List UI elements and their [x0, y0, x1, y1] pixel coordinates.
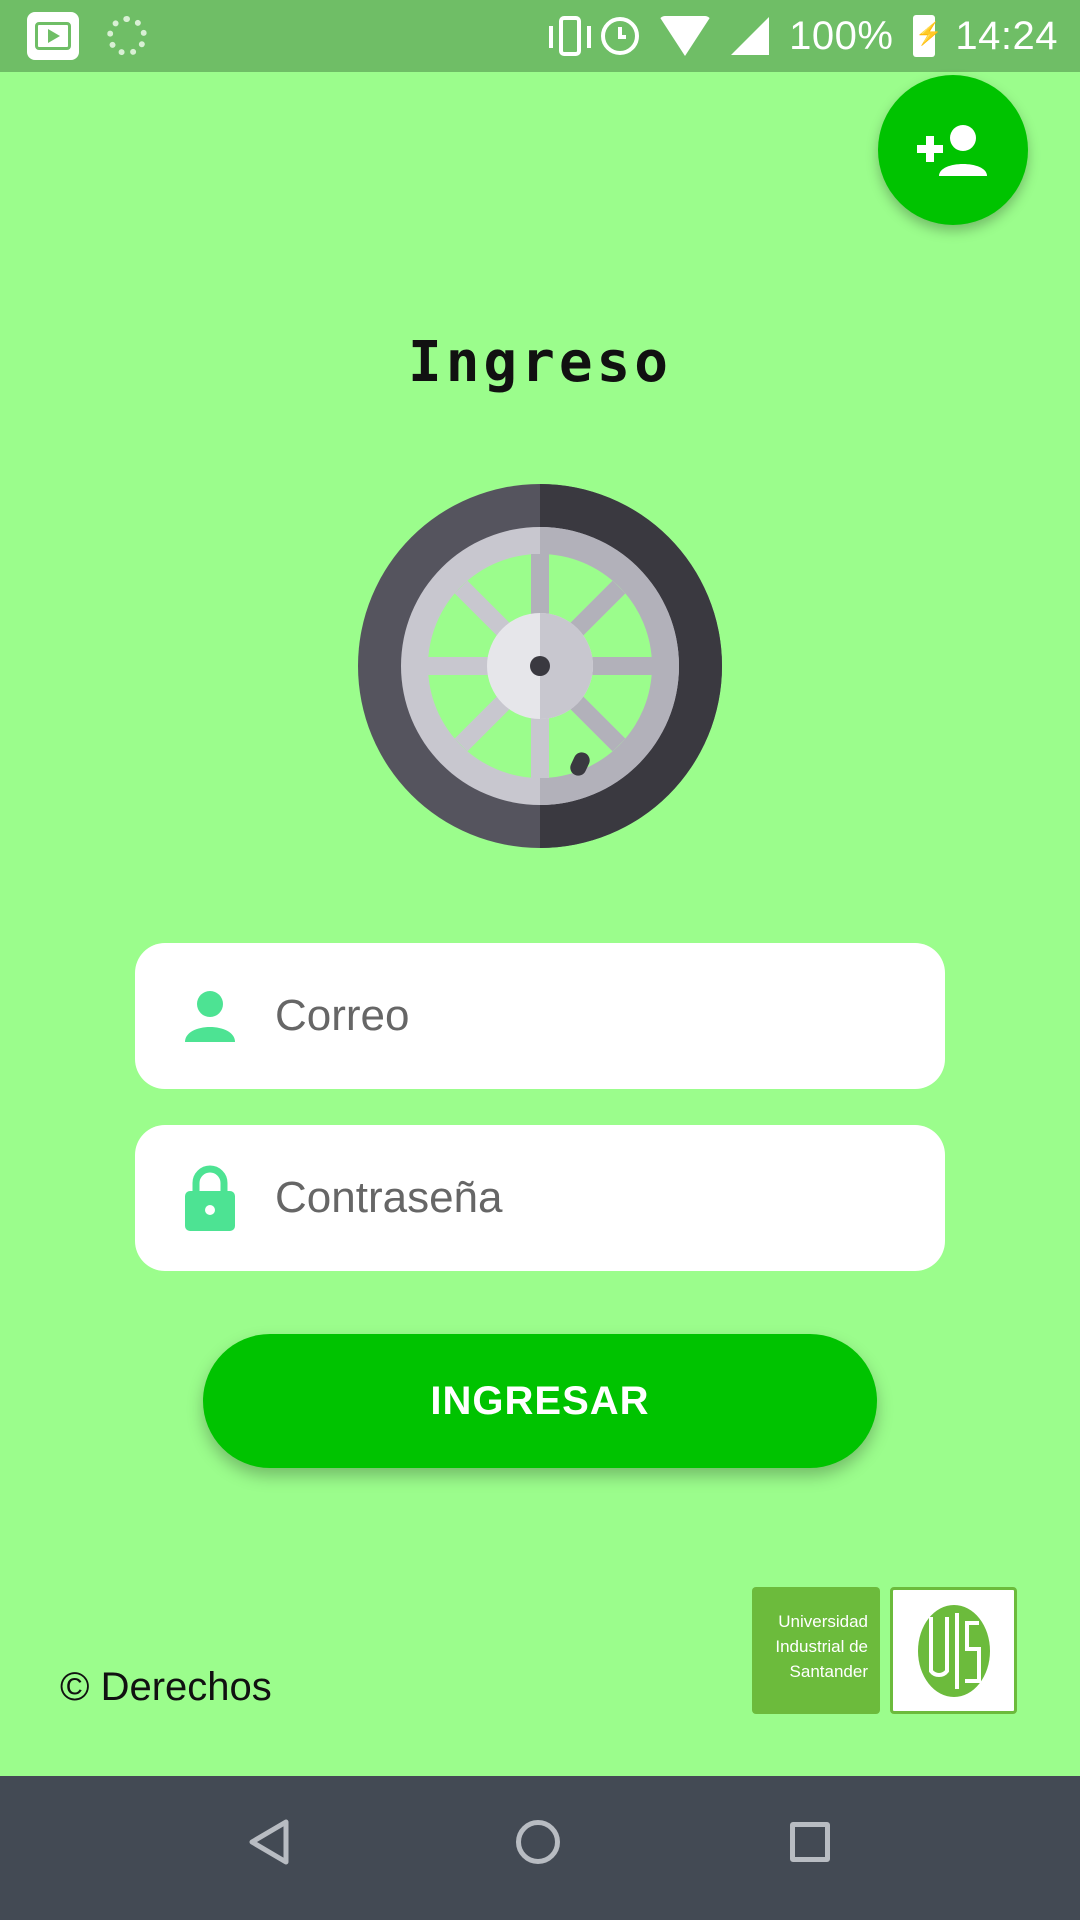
youtube-icon — [27, 12, 79, 60]
status-bar: 100% 14:24 — [0, 0, 1080, 72]
copyright-text: © Derechos — [60, 1665, 272, 1709]
tire-logo — [358, 484, 722, 848]
register-user-button[interactable] — [878, 75, 1028, 225]
recent-apps-icon[interactable] — [790, 1822, 830, 1862]
signal-icon — [731, 17, 770, 55]
back-icon[interactable] — [246, 1818, 290, 1866]
loading-spinner-icon — [107, 16, 147, 56]
wifi-icon — [659, 16, 712, 56]
lock-icon — [185, 1165, 235, 1231]
password-field[interactable]: Contraseña — [135, 1125, 945, 1271]
vibrate-icon — [549, 16, 592, 56]
add-user-icon — [917, 125, 987, 176]
email-field[interactable]: Correo — [135, 943, 945, 1089]
navigation-bar — [0, 1776, 1080, 1920]
university-logo-mark — [890, 1587, 1017, 1714]
university-logo-text: Universidad Industrial de Santander — [752, 1587, 880, 1714]
password-placeholder: Contraseña — [275, 1173, 503, 1222]
email-placeholder: Correo — [275, 991, 410, 1040]
page-title: Ingreso — [407, 330, 672, 395]
home-icon[interactable] — [516, 1820, 560, 1864]
alarm-icon — [601, 17, 640, 55]
battery-charging-icon — [913, 15, 943, 57]
uis-emblem-icon — [917, 1604, 990, 1697]
clock: 14:24 — [955, 13, 1058, 58]
person-icon — [185, 991, 235, 1042]
battery-percent: 100% — [789, 13, 894, 58]
login-button[interactable]: INGRESAR — [203, 1334, 877, 1468]
